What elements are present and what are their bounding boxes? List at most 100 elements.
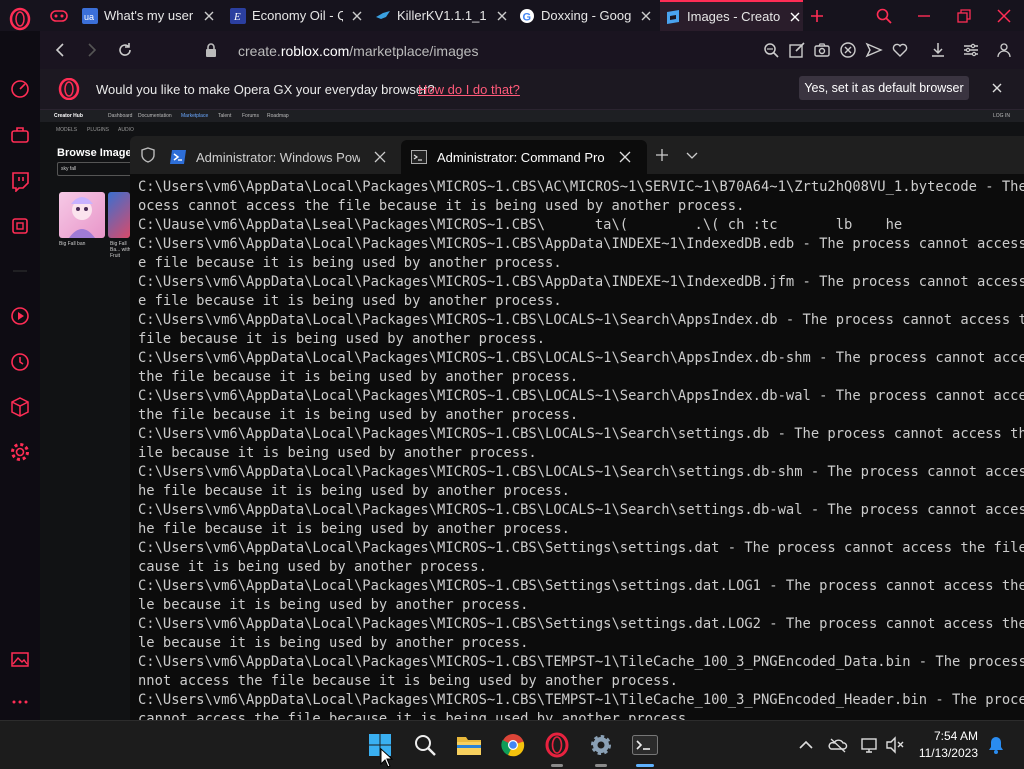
google-icon: G [519, 8, 535, 24]
easy-setup-icon[interactable] [962, 41, 980, 59]
category-tab[interactable]: AUDIO [118, 127, 134, 133]
terminal-line: e file because it is being used by anoth… [138, 293, 562, 309]
opera-gx-logo-icon[interactable] [6, 4, 34, 32]
terminal-line: C:\Users\vm6\AppData\Local\Packages\MICR… [138, 540, 1024, 556]
camera-icon[interactable] [813, 41, 831, 59]
history-icon[interactable] [9, 351, 31, 373]
nav-link-active[interactable]: Marketplace [181, 113, 208, 119]
default-browser-prompt: Would you like to make Opera GX your eve… [40, 69, 1024, 110]
close-prompt-icon[interactable] [991, 82, 1003, 94]
discord-icon[interactable] [9, 215, 31, 237]
browser-tab[interactable]: KillerKV1.1.1_1 [375, 0, 510, 31]
terminal-line: he file because it is being used by anot… [138, 521, 570, 537]
category-tab[interactable]: MODELS [56, 127, 77, 133]
extensions-cube-icon[interactable] [9, 396, 31, 418]
url-input[interactable]: create.roblox.com/marketplace/images [238, 43, 478, 59]
terminal-line: nnot access the file because it is being… [138, 673, 678, 689]
terminal-line: le because it is being used by another p… [138, 635, 529, 651]
close-window-icon[interactable] [993, 5, 1015, 27]
nav-link[interactable]: Roadmap [267, 113, 289, 119]
terminal-line: C:\Users\vm6\AppData\Local\Packages\MICR… [138, 350, 1024, 366]
browser-tab[interactable]: G Doxxing - Googl [519, 0, 654, 31]
creator-hub-logo[interactable]: Creator Hub [54, 113, 83, 119]
close-icon[interactable] [494, 8, 510, 24]
opera-sidebar [0, 31, 40, 720]
tab-title: Images - Creator [687, 9, 781, 24]
twitch-icon[interactable] [9, 170, 31, 192]
clock-time: 7:54 AM [933, 729, 978, 743]
minimize-icon[interactable] [913, 5, 935, 27]
new-tab-icon[interactable] [806, 5, 828, 27]
player-icon[interactable] [9, 305, 31, 327]
close-icon[interactable] [201, 8, 217, 24]
volume-muted-icon[interactable] [885, 735, 905, 755]
edit-icon[interactable] [788, 41, 806, 59]
category-tab[interactable]: PLUGINS [87, 127, 109, 133]
terminal-line: C:\Users\vm6\AppData\Local\Packages\MICR… [138, 312, 1024, 328]
asset-thumbnail[interactable] [108, 192, 130, 238]
nav-link[interactable]: Talent [218, 113, 231, 119]
more-icon[interactable] [9, 691, 31, 713]
search-tabs-icon[interactable] [873, 5, 895, 27]
gx-control-icon[interactable] [9, 78, 31, 100]
close-tab-icon[interactable] [374, 151, 386, 163]
profile-icon[interactable] [995, 41, 1013, 59]
gallery-icon[interactable] [9, 648, 31, 670]
network-icon[interactable] [860, 735, 880, 755]
notification-bell-icon[interactable] [986, 735, 1006, 755]
close-icon[interactable] [787, 9, 803, 25]
browser-tab[interactable]: E Economy Oil - Q [230, 0, 365, 31]
search-icon[interactable] [409, 729, 441, 761]
terminal-tab-cmd[interactable]: Administrator: Command Pro [401, 140, 647, 174]
restore-icon[interactable] [953, 5, 975, 27]
close-icon[interactable] [638, 8, 654, 24]
lock-icon[interactable] [204, 42, 218, 58]
chrome-icon[interactable] [497, 729, 529, 761]
block-icon[interactable] [839, 41, 857, 59]
terminal-line: file because it is being used by another… [138, 331, 546, 347]
terminal-line: ile because it is being used by another … [138, 445, 537, 461]
tab-games-icon[interactable] [48, 5, 70, 27]
settings-app-icon[interactable] [585, 729, 617, 761]
close-icon[interactable] [349, 8, 365, 24]
windows-taskbar: 7:54 AM 11/13/2023 [0, 720, 1024, 769]
tab-title: Doxxing - Googl [541, 8, 632, 23]
terminal-taskbar-icon[interactable] [629, 729, 661, 761]
download-icon[interactable] [929, 41, 947, 59]
how-to-link[interactable]: How do I do that? [418, 82, 520, 97]
running-indicator [551, 764, 563, 767]
set-default-button[interactable]: Yes, set it as default browser [799, 76, 969, 100]
onedrive-icon[interactable] [828, 735, 848, 755]
new-tab-plus-icon[interactable] [655, 148, 669, 162]
close-tab-icon[interactable] [619, 151, 631, 163]
heart-icon[interactable] [891, 41, 909, 59]
reload-icon[interactable] [115, 40, 135, 60]
nav-link[interactable]: Dashboard [108, 113, 132, 119]
search-page-icon[interactable] [762, 41, 780, 59]
browser-tab[interactable]: ua What's my user a [82, 0, 217, 31]
chevron-up-icon[interactable] [796, 735, 816, 755]
settings-gear-icon[interactable] [9, 441, 31, 463]
send-icon[interactable] [865, 41, 883, 59]
login-link[interactable]: LOG IN [993, 113, 1010, 119]
terminal-line: cannot access the file because it is bei… [138, 711, 695, 720]
terminal-line: C:\Users\vm6\AppData\Local\Packages\MICR… [138, 388, 1024, 404]
nav-link[interactable]: Forums [242, 113, 259, 119]
terminal-line: le because it is being used by another p… [138, 597, 529, 613]
asset-search-input[interactable]: sky fall [57, 162, 139, 176]
dropdown-chevron-icon[interactable] [685, 148, 699, 162]
forward-icon[interactable] [82, 40, 102, 60]
terminal-line: C:\Users\vm6\AppData\Local\Packages\MICR… [138, 692, 1024, 708]
asset-thumbnail[interactable] [59, 192, 105, 238]
briefcase-icon[interactable] [9, 124, 31, 146]
nav-link[interactable]: Documentation [138, 113, 172, 119]
opera-gx-taskbar-icon[interactable] [541, 729, 573, 761]
system-clock[interactable]: 7:54 AM 11/13/2023 [914, 728, 978, 762]
file-explorer-icon[interactable] [453, 729, 485, 761]
terminal-line: C:\Users\vm6\AppData\Local\Packages\MICR… [138, 274, 1024, 290]
terminal-line: C:\Users\vm6\AppData\Local\Packages\MICR… [138, 578, 1024, 594]
terminal-tab-powershell[interactable]: Administrator: Windows Power [162, 140, 400, 174]
browser-tab-active[interactable]: Images - Creator [660, 0, 803, 31]
terminal-output[interactable]: C:\Users\vm6\AppData\Local\Packages\MICR… [138, 178, 1024, 720]
back-icon[interactable] [50, 40, 70, 60]
